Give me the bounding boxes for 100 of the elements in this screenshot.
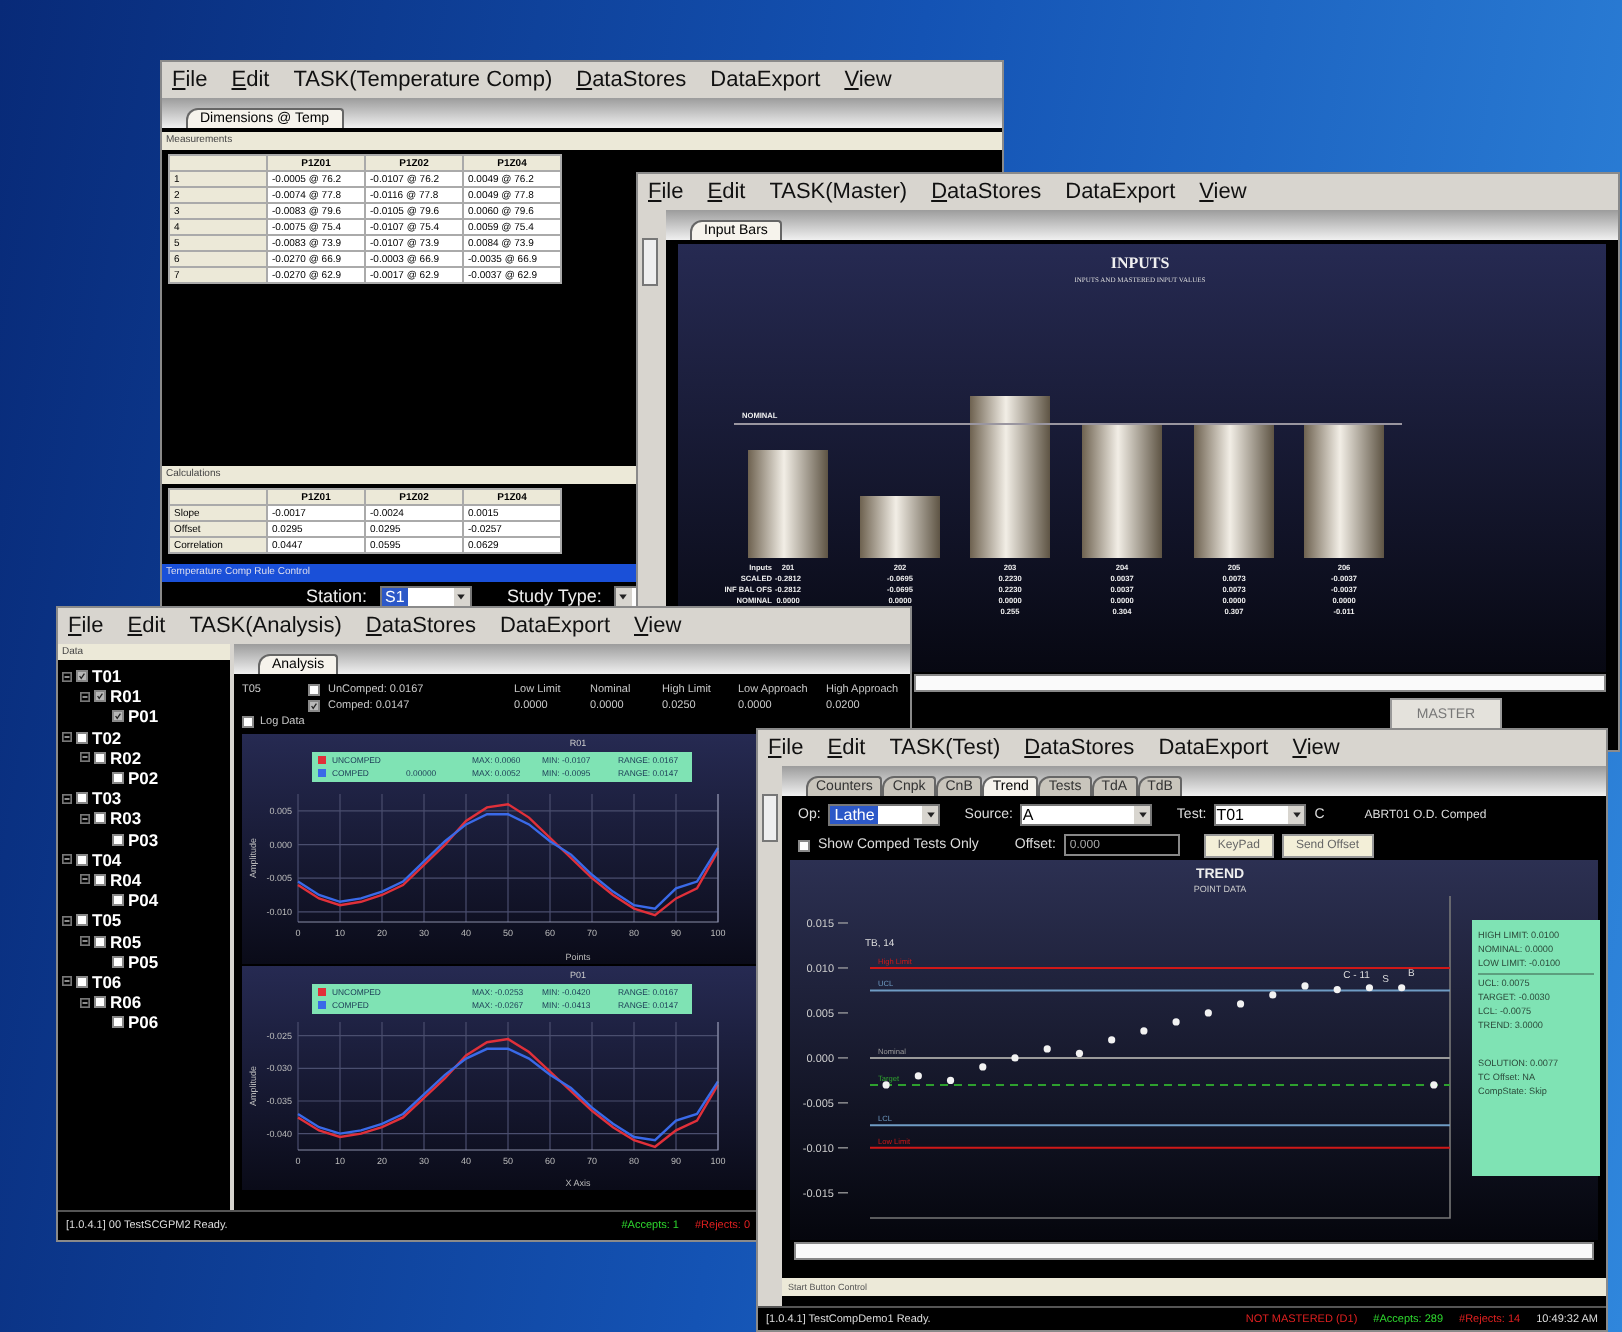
data-point	[1398, 984, 1406, 992]
collapse-icon[interactable]	[80, 691, 90, 702]
checkbox[interactable]	[76, 914, 88, 927]
menu-item[interactable]: DataStores	[1024, 736, 1135, 760]
collapse-icon[interactable]	[62, 854, 72, 865]
tree-item[interactable]: T02	[92, 727, 122, 748]
checkbox[interactable]	[308, 700, 320, 712]
data-point	[1430, 1081, 1438, 1089]
menu-item[interactable]: TASK(Analysis)	[189, 614, 342, 638]
tree-item[interactable]: R01	[110, 686, 142, 707]
tree-item[interactable]: T06	[92, 971, 122, 992]
checkbox[interactable]	[112, 833, 124, 846]
tree-item[interactable]: R03	[110, 808, 142, 829]
dropdown-arrow-icon	[1288, 806, 1305, 824]
checkbox[interactable]	[76, 731, 88, 744]
menu-item[interactable]: File	[172, 68, 208, 92]
collapse-icon[interactable]	[62, 732, 72, 743]
bar	[1082, 424, 1162, 558]
tree-item[interactable]: R05	[110, 931, 142, 952]
dropdown[interactable]: Lathe	[828, 804, 941, 826]
checkbox[interactable]	[76, 792, 88, 805]
menu-item[interactable]: DataExport	[499, 614, 610, 638]
tree-item[interactable]: P05	[128, 951, 159, 972]
menu-item[interactable]: DataExport	[1158, 736, 1269, 760]
collapse-icon[interactable]	[62, 976, 72, 987]
data-point	[1301, 982, 1309, 990]
data-point	[1108, 1036, 1116, 1044]
menu-item[interactable]: DataStores	[576, 68, 687, 92]
menu-item[interactable]: DataExport	[1065, 180, 1176, 204]
collapse-icon[interactable]	[80, 874, 90, 885]
checkbox[interactable]	[242, 716, 254, 728]
tree-item[interactable]: R06	[110, 992, 142, 1013]
menu-item[interactable]: TASK(Master)	[769, 180, 908, 204]
tree-item[interactable]: T04	[92, 849, 122, 870]
collapse-icon[interactable]	[62, 793, 72, 804]
tree-item[interactable]: P03	[128, 829, 159, 850]
checkbox[interactable]	[94, 996, 106, 1009]
checkbox[interactable]	[112, 955, 124, 968]
tree-item[interactable]: P02	[128, 768, 159, 789]
menu-item[interactable]: TASK(Test)	[889, 736, 1001, 760]
collapse-icon[interactable]	[62, 915, 72, 926]
collapse-icon[interactable]	[80, 997, 90, 1008]
checkbox[interactable]	[112, 1016, 124, 1029]
checkbox[interactable]	[112, 772, 124, 785]
dropdown[interactable]	[613, 585, 638, 607]
collapse-icon[interactable]	[80, 936, 90, 947]
legend-marker	[318, 769, 326, 777]
menu-item[interactable]: TASK(Temperature Comp)	[293, 68, 553, 92]
menu-item[interactable]: Edit	[231, 68, 270, 92]
menu-item[interactable]: View	[634, 614, 682, 638]
collapse-icon[interactable]	[80, 752, 90, 763]
collapse-icon[interactable]	[80, 813, 90, 824]
table-corner-cell	[169, 489, 267, 505]
tree-item[interactable]: P01	[128, 706, 159, 727]
menu-item[interactable]: File	[768, 736, 804, 760]
chart-title: INPUTS	[1110, 254, 1170, 272]
dropdown[interactable]: A	[1020, 804, 1153, 826]
data-point	[946, 1076, 955, 1084]
tree-item[interactable]: T05	[92, 910, 122, 931]
tree-item[interactable]: P04	[128, 890, 159, 911]
menu-item[interactable]: Edit	[127, 614, 166, 638]
dropdown[interactable]: T01	[1214, 804, 1307, 826]
checkbox[interactable]	[112, 894, 124, 907]
checkbox[interactable]	[76, 975, 88, 988]
legend-marker	[318, 1001, 326, 1009]
table-corner-cell	[169, 155, 267, 171]
menu-item[interactable]: Edit	[707, 180, 746, 204]
checkbox[interactable]	[94, 690, 106, 703]
menu-item[interactable]: File	[68, 614, 104, 638]
checkbox[interactable]	[112, 710, 124, 723]
tree-item[interactable]: T01	[92, 666, 122, 687]
data-point	[1140, 1027, 1148, 1035]
checkbox[interactable]	[76, 670, 88, 683]
tree-item[interactable]: T03	[92, 788, 122, 809]
checkbox[interactable]	[798, 839, 810, 851]
checkbox[interactable]	[94, 751, 106, 764]
menu-item[interactable]: DataStores	[365, 614, 476, 638]
data-point	[914, 1072, 922, 1080]
checkbox[interactable]	[308, 684, 320, 696]
scrollbar[interactable]	[794, 1242, 1594, 1260]
side-tab[interactable]	[642, 238, 658, 286]
checkbox[interactable]	[94, 812, 106, 825]
menu-item[interactable]: DataStores	[931, 180, 1042, 204]
checkbox[interactable]	[94, 935, 106, 948]
tree-item[interactable]: P06	[128, 1012, 159, 1033]
menu-item[interactable]: View	[844, 68, 892, 92]
menu-item[interactable]: DataExport	[710, 68, 821, 92]
checkbox[interactable]	[76, 853, 88, 866]
collapse-icon[interactable]	[62, 671, 72, 682]
menu-item[interactable]: Edit	[827, 736, 866, 760]
tree-item[interactable]: R04	[110, 869, 142, 890]
dropdown[interactable]: S1	[379, 585, 472, 607]
data-point	[1333, 985, 1341, 994]
menu-item[interactable]: File	[648, 180, 684, 204]
tree-item[interactable]: R02	[110, 747, 142, 768]
side-tab[interactable]	[762, 794, 778, 842]
menu-item[interactable]: View	[1292, 736, 1340, 760]
checkbox[interactable]	[94, 873, 106, 886]
menu-item[interactable]: View	[1199, 180, 1247, 204]
scrollbar[interactable]	[914, 674, 1606, 692]
